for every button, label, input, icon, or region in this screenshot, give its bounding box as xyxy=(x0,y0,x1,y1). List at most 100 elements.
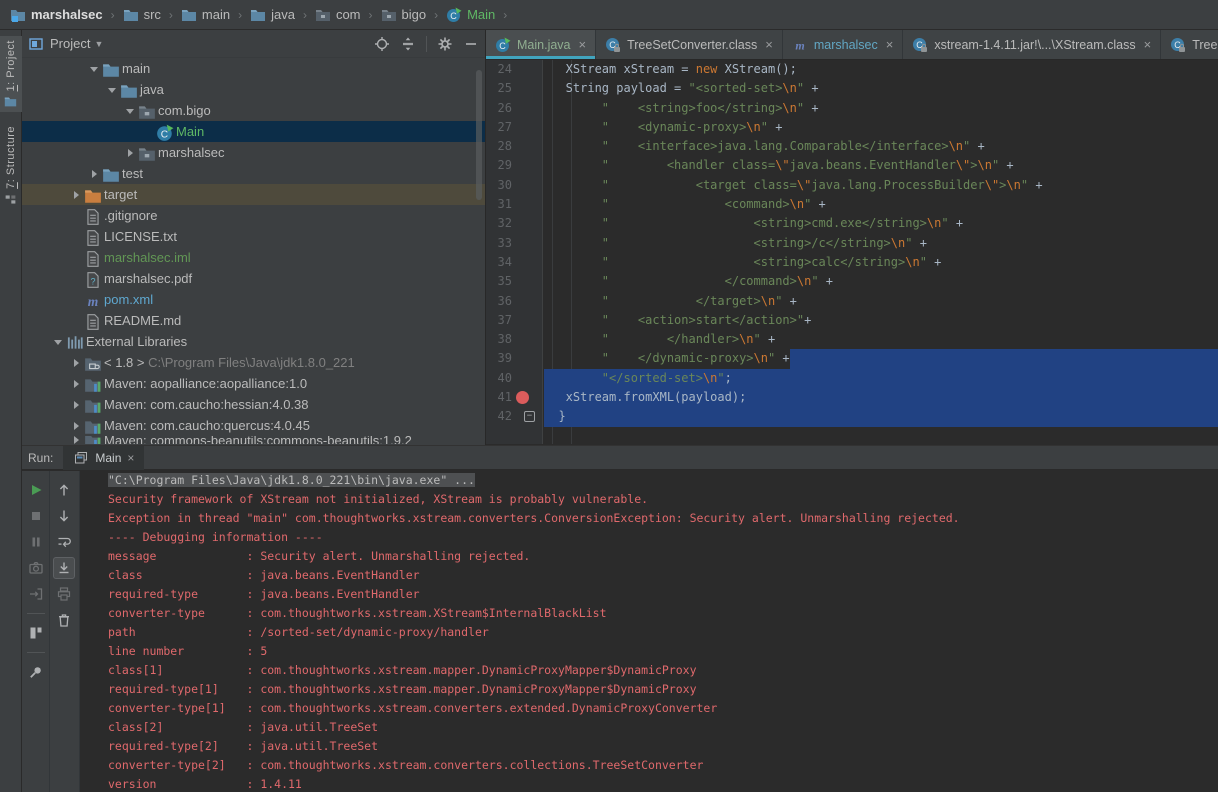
tree-item-.gitignore[interactable]: .gitignore xyxy=(22,205,485,226)
tree-expanded-icon[interactable] xyxy=(104,82,120,98)
editor-tab-xstream-1.4.11.jar-...-xstream.class[interactable]: Cxstream-1.4.11.jar!\...\XStream.class× xyxy=(903,30,1161,59)
breadcrumb-item-com[interactable]: com xyxy=(315,7,361,23)
up-button[interactable] xyxy=(53,479,75,501)
tree-collapsed-icon[interactable] xyxy=(68,436,84,444)
code-line-40[interactable]: "</sorted-set>\n"; xyxy=(544,369,1218,388)
wrap-button[interactable] xyxy=(53,531,75,553)
tree-item-readme.md[interactable]: README.md xyxy=(22,310,485,331)
code-line-31[interactable]: " <command>\n" + xyxy=(544,195,1218,214)
code-line-24[interactable]: XStream xStream = new XStream(); xyxy=(544,60,1218,79)
tree-collapsed-icon[interactable] xyxy=(86,166,102,182)
tree-item-pom.xml[interactable]: mpom.xml xyxy=(22,289,485,310)
fold-marker-icon[interactable]: − xyxy=(524,411,535,422)
code-line-36[interactable]: " </target>\n" + xyxy=(544,292,1218,311)
scrollend-button[interactable] xyxy=(53,557,75,579)
crosshair-icon[interactable] xyxy=(374,36,390,52)
gutter-row[interactable]: 28 xyxy=(486,137,542,156)
run-tab-main[interactable]: Main × xyxy=(63,446,144,470)
pause-button[interactable] xyxy=(25,531,47,553)
tree-item-test[interactable]: test xyxy=(22,163,485,184)
editor-gutter[interactable]: 24252627282930313233343536373839404142− xyxy=(486,60,543,444)
code-line-34[interactable]: " <string>calc</string>\n" + xyxy=(544,253,1218,272)
gear-icon[interactable] xyxy=(437,36,453,52)
tree-scrollbar[interactable] xyxy=(476,70,482,200)
editor-tab-main.java[interactable]: CMain.java× xyxy=(486,30,596,59)
gutter-row[interactable]: 37 xyxy=(486,311,542,330)
editor-tab-marshalsec[interactable]: mmarshalsec× xyxy=(783,30,904,59)
gutter-row[interactable]: 39 xyxy=(486,349,542,368)
down-button[interactable] xyxy=(53,505,75,527)
close-icon[interactable]: × xyxy=(886,37,894,52)
console-output[interactable]: "C:\Program Files\Java\jdk1.8.0_221\bin\… xyxy=(81,471,1218,792)
tree-item-maven-aopalliance-aopalliance-1.0[interactable]: Maven: aopalliance:aopalliance:1.0 xyxy=(22,373,485,394)
tree-item-marshalsec.iml[interactable]: marshalsec.iml xyxy=(22,247,485,268)
tree-collapsed-icon[interactable] xyxy=(68,187,84,203)
tree-collapsed-icon[interactable] xyxy=(68,397,84,413)
editor-body[interactable]: 24252627282930313233343536373839404142− … xyxy=(486,60,1218,444)
close-icon[interactable]: × xyxy=(765,37,773,52)
gutter-row[interactable]: 33 xyxy=(486,234,542,253)
code-line-38[interactable]: " </handler>\n" + xyxy=(544,330,1218,349)
close-icon[interactable]: × xyxy=(1144,37,1152,52)
stop-button[interactable] xyxy=(25,505,47,527)
gutter-row[interactable]: 32 xyxy=(486,214,542,233)
stripe-button-structure[interactable]: 7: Structure xyxy=(4,126,17,206)
tree-item-marshalsec[interactable]: marshalsec xyxy=(22,142,485,163)
code-line-26[interactable]: " <string>foo</string>\n" + xyxy=(544,99,1218,118)
breadcrumb-item-marshalsec[interactable]: marshalsec xyxy=(10,7,103,23)
tree-collapsed-icon[interactable] xyxy=(68,418,84,434)
pin-button[interactable] xyxy=(25,661,47,683)
gutter-row[interactable]: 26 xyxy=(486,99,542,118)
code-line-39[interactable]: " </dynamic-proxy>\n" + xyxy=(544,349,1218,368)
breadcrumb-item-main[interactable]: CMain xyxy=(446,7,495,23)
trash-button[interactable] xyxy=(53,609,75,631)
breadcrumb-item-main[interactable]: main xyxy=(181,7,230,23)
tree-collapsed-icon[interactable] xyxy=(68,355,84,371)
gutter-row[interactable]: 42− xyxy=(486,407,542,426)
breakpoint-icon[interactable] xyxy=(516,391,529,404)
breadcrumb-item-bigo[interactable]: bigo xyxy=(381,7,427,23)
tree-item-external-libraries[interactable]: External Libraries xyxy=(22,331,485,352)
stripe-button-project[interactable]: 1: Project xyxy=(0,36,22,112)
minus-icon[interactable] xyxy=(463,36,479,52)
gutter-row[interactable]: 27 xyxy=(486,118,542,137)
tree-item-main[interactable]: CMain xyxy=(22,121,485,142)
chevron-down-icon[interactable]: ▼ xyxy=(94,39,103,49)
tree-item-com.bigo[interactable]: com.bigo xyxy=(22,100,485,121)
gutter-row[interactable]: 24 xyxy=(486,60,542,79)
gutter-row[interactable]: 31 xyxy=(486,195,542,214)
tree-item-target[interactable]: target xyxy=(22,184,485,205)
close-icon[interactable]: × xyxy=(127,451,134,465)
editor-tab-treesetconverter.class[interactable]: CTreeSetConverter.class× xyxy=(596,30,783,59)
exit-button[interactable] xyxy=(25,583,47,605)
code-line-35[interactable]: " </command>\n" + xyxy=(544,272,1218,291)
camera-button[interactable] xyxy=(25,557,47,579)
breadcrumb-item-src[interactable]: src xyxy=(123,7,161,23)
tree-expanded-icon[interactable] xyxy=(50,334,66,350)
code-line-27[interactable]: " <dynamic-proxy>\n" + xyxy=(544,118,1218,137)
gutter-row[interactable]: 30 xyxy=(486,176,542,195)
tree-item-main[interactable]: main xyxy=(22,58,485,79)
code-line-42[interactable]: } xyxy=(544,407,1218,426)
code-line-25[interactable]: String payload = "<sorted-set>\n" + xyxy=(544,79,1218,98)
print-button[interactable] xyxy=(53,583,75,605)
code-line-41[interactable]: xStream.fromXML(payload); xyxy=(544,388,1218,407)
tree-item--1.8-[interactable]: < 1.8 > C:\Program Files\Java\jdk1.8.0_2… xyxy=(22,352,485,373)
tree-expanded-icon[interactable] xyxy=(86,61,102,77)
code-line-30[interactable]: " <target class=\"java.lang.ProcessBuild… xyxy=(544,176,1218,195)
code-line-32[interactable]: " <string>cmd.exe</string>\n" + xyxy=(544,214,1218,233)
tree-item-java[interactable]: java xyxy=(22,79,485,100)
gutter-row[interactable]: 29 xyxy=(486,156,542,175)
tree-item-maven-com.caucho-hessian-4.0.38[interactable]: Maven: com.caucho:hessian:4.0.38 xyxy=(22,394,485,415)
tree-item-license.txt[interactable]: LICENSE.txt xyxy=(22,226,485,247)
tree-item-maven-commons-beanutils-commons-beanutils-1.9.2[interactable]: Maven: commons-beanutils:commons-beanuti… xyxy=(22,436,485,444)
tree-item-marshalsec.pdf[interactable]: ?marshalsec.pdf xyxy=(22,268,485,289)
tree-item-maven-com.caucho-quercus-4.0.45[interactable]: Maven: com.caucho:quercus:4.0.45 xyxy=(22,415,485,436)
tree-expanded-icon[interactable] xyxy=(122,103,138,119)
gutter-row[interactable]: 36 xyxy=(486,292,542,311)
project-panel-title[interactable]: Project xyxy=(50,36,90,51)
close-icon[interactable]: × xyxy=(579,37,587,52)
gutter-row[interactable]: 41 xyxy=(486,388,542,407)
layout-button[interactable] xyxy=(25,622,47,644)
gutter-row[interactable]: 40 xyxy=(486,369,542,388)
